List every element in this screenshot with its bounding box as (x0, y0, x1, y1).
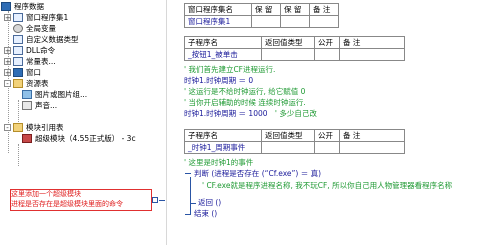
tree-item-images[interactable]: 图片或图片组... (22, 89, 87, 100)
expand-icon[interactable]: + (4, 14, 11, 22)
code-comment[interactable]: ' 这里是时钟1的事件 (184, 157, 253, 168)
return-type-header: 返回值类型 (261, 36, 315, 49)
sub-name-header: 子程序名 (184, 36, 262, 49)
tree-item-label: 模块引用表 (26, 123, 64, 132)
flow-branch-icon (190, 203, 196, 204)
code-line[interactable]: 时钟1.时钟周期 ＝ 1000 ' 多少自己改 (184, 108, 317, 119)
tree-item-dll[interactable]: + DLL命令 (4, 45, 55, 56)
tree-root[interactable]: 程序数据 (1, 1, 44, 12)
tree-item-custom-types[interactable]: 自定义数据类型 (13, 34, 79, 45)
assembly-name-cell[interactable]: 窗口程序集1 (184, 15, 252, 28)
global-variable-icon (13, 24, 23, 33)
if-statement[interactable]: 判断 (进程是否存在 (“Cf.exe”) ＝ 真) (194, 168, 321, 179)
tree-item-label: 窗口程序集1 (26, 13, 69, 22)
flow-arrow-icon (185, 173, 191, 174)
assembly-name-header: 窗口程序集名 (184, 3, 252, 16)
code-line[interactable]: 时钟1.时钟周期 ＝ 0 (184, 75, 253, 86)
window-icon (13, 68, 23, 77)
dll-icon (13, 46, 23, 55)
subroutine-table-1: 子程序名 返回值类型 公开 备 注 _按钮1_被单击 (184, 36, 405, 61)
module-table-icon (13, 123, 23, 132)
sub-name-header: 子程序名 (184, 129, 262, 142)
reserved-cell-2[interactable] (280, 15, 310, 28)
return-statement[interactable]: 返回 () (198, 197, 221, 208)
reserved-cell-1[interactable] (251, 15, 281, 28)
public-header: 公开 (314, 36, 340, 49)
code-statement: 时钟1.时钟周期 ＝ 1000 (184, 109, 268, 118)
code-comment[interactable]: ' 这运行是不给时钟运行, 给它赋值 0 (184, 86, 305, 97)
tree-item-resources[interactable]: - 资源表 (4, 78, 49, 89)
sound-icon (22, 101, 32, 110)
subroutine-table-2: 子程序名 返回值类型 公开 备 注 _时钟1_周期事件 (184, 129, 405, 154)
public-header: 公开 (314, 129, 340, 142)
tree-item-sounds[interactable]: 声音... (22, 100, 57, 111)
constant-table-icon (13, 57, 23, 66)
tree-root-label: 程序数据 (14, 2, 44, 11)
code-comment[interactable]: ' 我们首先建立CF进程运行. (184, 64, 275, 75)
tree-item-windows[interactable]: + 窗口 (4, 67, 41, 78)
assembly-table: 窗口程序集名 保 留 保 留 备 注 窗口程序集1 (184, 3, 339, 28)
return-type-cell[interactable] (261, 141, 315, 154)
folder-icon (13, 79, 23, 88)
tree-item-super-module[interactable]: 超级模块（4.55正式版） - 3c (22, 133, 136, 144)
tree-item-label: 图片或图片组... (35, 90, 88, 99)
tree-item-assembly[interactable]: + 窗口程序集1 (4, 12, 68, 23)
tree-item-modules[interactable]: - 模块引用表 (4, 122, 64, 133)
return-type-header: 返回值类型 (261, 129, 315, 142)
expand-icon[interactable]: + (4, 69, 11, 77)
public-cell[interactable] (314, 48, 340, 61)
remark-header: 备 注 (309, 3, 339, 16)
annotation-note: 这里添加一个超级模块 进程是否存在是超级模块里面的命令 (10, 189, 152, 211)
tree-item-label: 超级模块（4.55正式版） - 3c (35, 134, 136, 143)
tree-item-constants[interactable]: + 常量表... (4, 56, 56, 67)
flow-end-icon (185, 214, 191, 215)
note-line-1: 这里添加一个超级模块 (11, 190, 81, 198)
remark-header: 备 注 (339, 129, 405, 142)
expand-icon[interactable]: + (4, 58, 11, 66)
code-comment[interactable]: ' CF.exe就是程序进程名称, 我不玩CF, 所以你自己用人物管理器看程序名… (202, 180, 452, 191)
collapse-icon[interactable]: - (4, 124, 11, 132)
flow-line (190, 177, 191, 215)
tree-item-label: 常量表... (26, 57, 56, 66)
end-statement[interactable]: 结束 () (194, 208, 217, 219)
tree-item-label: 声音... (35, 101, 58, 110)
splitter[interactable] (152, 0, 167, 245)
note-line-2: 进程是否存在是超级模块里面的命令 (11, 199, 123, 208)
remark-header: 备 注 (339, 36, 405, 49)
collapse-icon[interactable]: - (4, 80, 11, 88)
tree-item-label: 资源表 (26, 79, 49, 88)
sub-name-cell[interactable]: _按钮1_被单击 (184, 48, 262, 61)
tree-item-label: DLL命令 (26, 46, 56, 55)
data-type-icon (13, 35, 23, 44)
tree-item-label: 窗口 (26, 68, 41, 77)
code-comment[interactable]: ' 当你开启辅助的时候 连续时钟运行. (184, 97, 306, 108)
remark-cell[interactable] (339, 48, 405, 61)
tree-item-label: 自定义数据类型 (26, 35, 79, 44)
assembly-icon (13, 13, 23, 22)
program-data-icon (1, 2, 11, 11)
code-editor[interactable]: 窗口程序集名 保 留 保 留 备 注 窗口程序集1 子程序名 返回值类型 公开 … (168, 0, 500, 245)
return-type-cell[interactable] (261, 48, 315, 61)
module-icon (22, 134, 32, 143)
reserved-header-2: 保 留 (280, 3, 310, 16)
expand-icon[interactable]: + (4, 47, 11, 55)
remark-cell[interactable] (339, 141, 405, 154)
remark-cell[interactable] (309, 15, 339, 28)
public-cell[interactable] (314, 141, 340, 154)
tree-item-globals[interactable]: 全局变量 (13, 23, 56, 34)
image-icon (22, 90, 32, 99)
reserved-header-1: 保 留 (251, 3, 281, 16)
project-tree: 程序数据 + 窗口程序集1 全局变量 自定义数据类型 + DLL命令 + 常量表… (0, 0, 153, 245)
sub-name-cell[interactable]: _时钟1_周期事件 (184, 141, 262, 154)
code-inline-comment: ' 多少自己改 (274, 109, 317, 118)
code-fold-marker-icon[interactable] (152, 195, 168, 205)
tree-item-label: 全局变量 (26, 24, 56, 33)
